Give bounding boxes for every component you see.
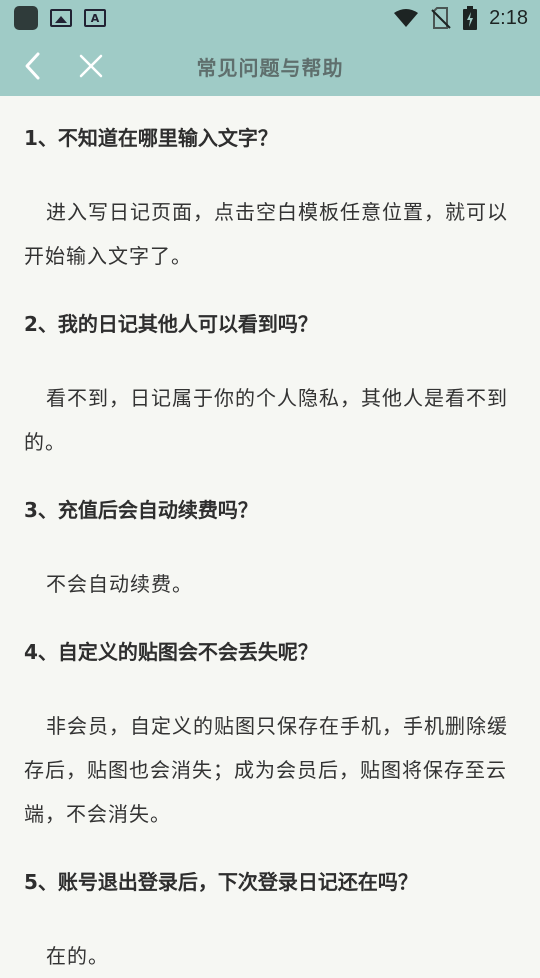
faq-answer: 非会员，自定义的贴图只保存在手机，手机删除缓存后，贴图也会消失；成为会员后，贴图… bbox=[24, 714, 508, 826]
faq-answer: 看不到，日记属于你的个人隐私，其他人是看不到的。 bbox=[24, 386, 508, 454]
faq-list[interactable]: 1、不知道在哪里输入文字？ 进入写日记页面，点击空白模板任意位置，就可以开始输入… bbox=[0, 96, 540, 968]
text-a-icon: A bbox=[84, 9, 106, 27]
close-button[interactable] bbox=[66, 41, 116, 91]
faq-answer: 在的。 bbox=[46, 944, 109, 968]
faq-answer: 进入写日记页面，点击空白模板任意位置，就可以开始输入文字了。 bbox=[24, 200, 508, 268]
faq-answer: 不会自动续费。 bbox=[46, 572, 193, 596]
back-button[interactable] bbox=[8, 41, 58, 91]
battery-charging-icon bbox=[463, 6, 478, 30]
faq-item: 4、自定义的贴图会不会丢失呢？ 非会员，自定义的贴图只保存在手机，手机删除缓存后… bbox=[24, 632, 518, 836]
faq-question: 2、我的日记其他人可以看到吗？ bbox=[24, 312, 318, 336]
faq-item: 2、我的日记其他人可以看到吗？ 看不到，日记属于你的个人隐私，其他人是看不到的。 bbox=[24, 304, 518, 464]
close-icon bbox=[79, 54, 103, 78]
wifi-icon bbox=[394, 9, 419, 27]
faq-item: 1、不知道在哪里输入文字？ 进入写日记页面，点击空白模板任意位置，就可以开始输入… bbox=[24, 118, 518, 278]
app-icon bbox=[14, 6, 38, 30]
image-icon bbox=[50, 9, 72, 27]
faq-question: 3、充值后会自动续费吗？ bbox=[24, 498, 258, 522]
chevron-left-icon bbox=[25, 52, 40, 80]
no-sim-icon bbox=[431, 7, 451, 29]
faq-item: 3、充值后会自动续费吗？ 不会自动续费。 bbox=[24, 490, 518, 606]
faq-question: 5、账号退出登录后，下次登录日记还在吗？ bbox=[24, 870, 418, 894]
faq-question: 4、自定义的贴图会不会丢失呢？ bbox=[24, 640, 318, 664]
faq-question: 1、不知道在哪里输入文字？ bbox=[24, 126, 278, 150]
top-bar: 常见问题与帮助 bbox=[0, 36, 540, 96]
faq-item: 5、账号退出登录后，下次登录日记还在吗？ 在的。 bbox=[24, 862, 518, 978]
status-bar: A 2:18 bbox=[0, 0, 540, 36]
status-time: 2:18 bbox=[489, 6, 528, 29]
